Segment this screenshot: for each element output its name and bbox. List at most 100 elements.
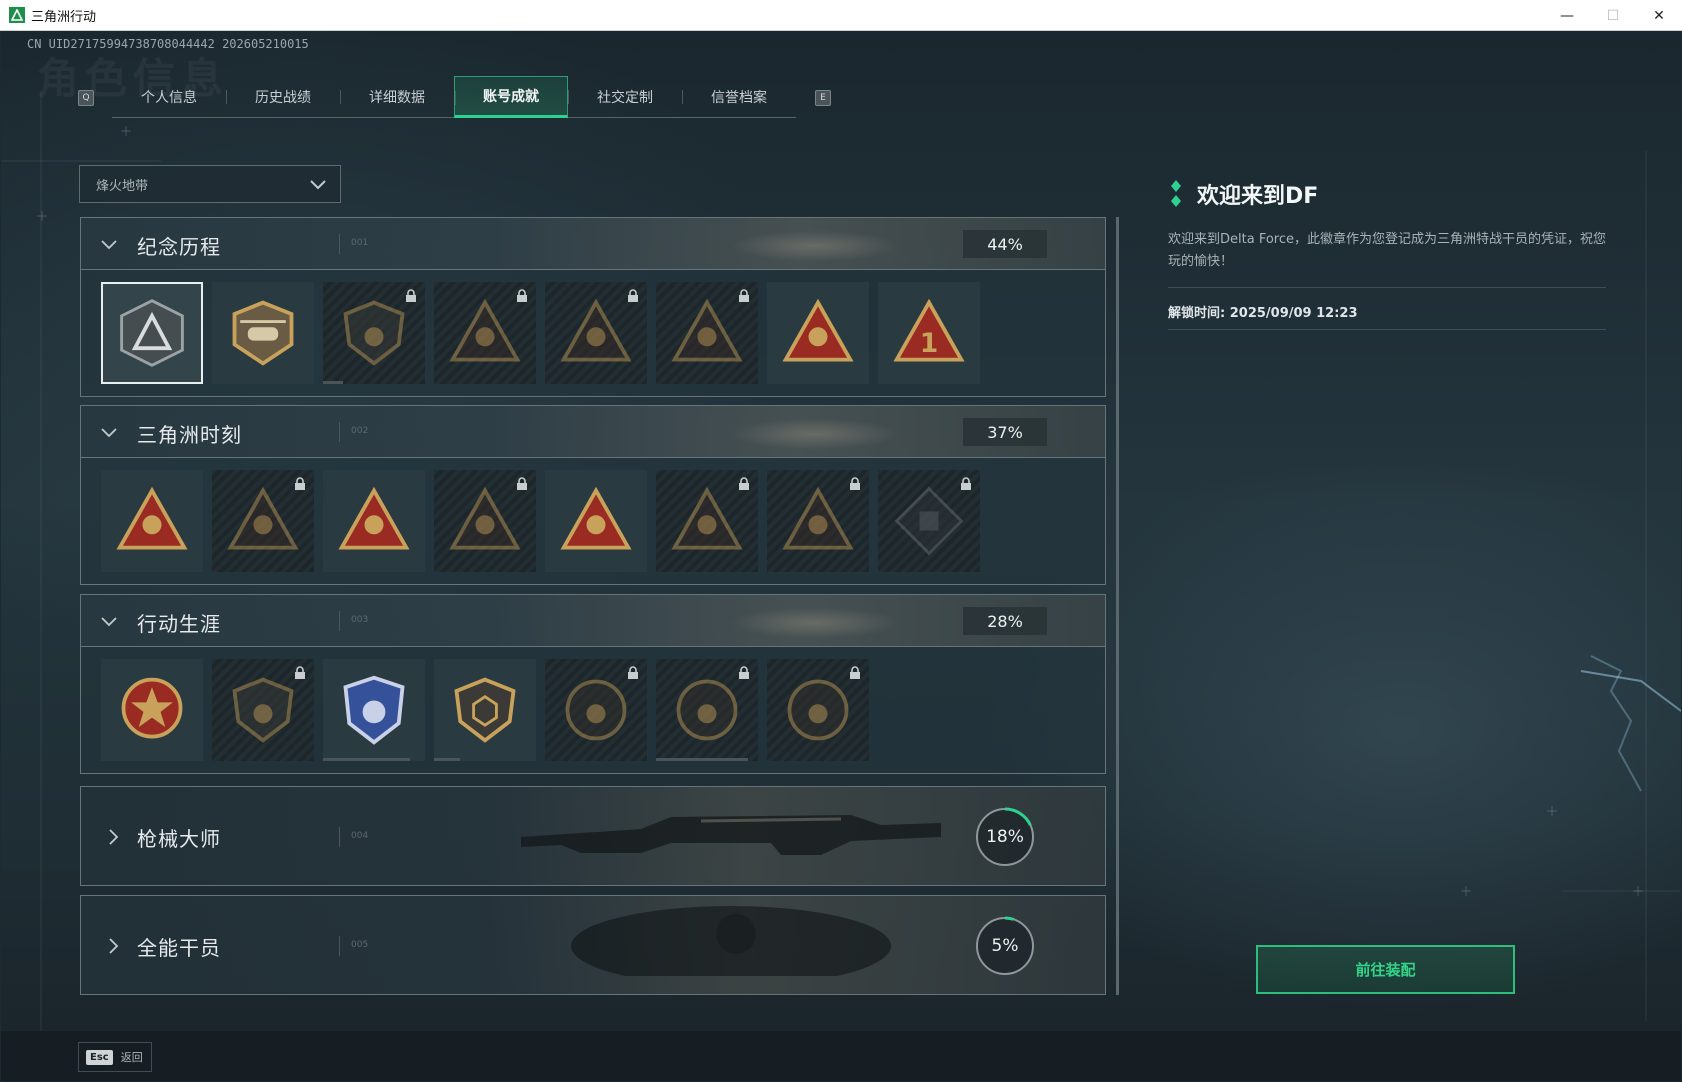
minimize-button[interactable]: — [1544, 0, 1590, 31]
achievement-badge[interactable] [545, 282, 647, 384]
tab-detailed-data[interactable]: 详细数据 [340, 76, 454, 118]
svg-text:1: 1 [920, 328, 939, 359]
lock-icon [294, 665, 306, 684]
achievement-badge[interactable] [212, 470, 314, 572]
category-code: 001 [351, 238, 369, 248]
achievement-badge[interactable] [434, 470, 536, 572]
close-button[interactable]: ✕ [1636, 0, 1682, 31]
chevron-down-icon [310, 180, 326, 190]
skull-crosshair-icon [676, 679, 738, 741]
category-title: 纪念历程 [137, 235, 221, 259]
mode-dropdown[interactable]: 烽火地带 [79, 165, 341, 203]
go-equip-button[interactable]: 前往装配 [1256, 945, 1515, 994]
shield-emblem-icon [343, 300, 405, 366]
badge-progress-bar [656, 758, 748, 761]
diamond-marker-icon [1171, 180, 1181, 207]
chevron-down-icon [101, 428, 117, 438]
badge-progress-bar [323, 758, 410, 761]
category-title: 三角洲时刻 [137, 423, 242, 447]
achievement-badge[interactable] [767, 282, 869, 384]
lock-icon [627, 288, 639, 307]
game-screen: CN UID27175994738708044442 202605210015 … [1, 31, 1681, 1081]
divider [339, 422, 340, 442]
lock-icon [849, 665, 861, 684]
chevron-down-icon [101, 617, 117, 627]
achievement-badge[interactable] [434, 282, 536, 384]
achievement-badge[interactable] [656, 282, 758, 384]
team-figures-icon [560, 486, 632, 550]
cube-diamond-icon [894, 486, 964, 556]
tab-prev-key[interactable]: Q [78, 90, 94, 106]
category-percent: 5% [991, 936, 1019, 956]
achievement-badge[interactable]: 1 [878, 282, 980, 384]
esc-key: Esc [86, 1049, 113, 1065]
achievement-title-text: 欢迎来到DF [1197, 184, 1319, 209]
achievement-badge[interactable] [656, 470, 758, 572]
chevron-down-icon [101, 240, 117, 250]
tab-match-history[interactable]: 历史战绩 [226, 76, 340, 118]
scrollbar[interactable] [1116, 217, 1119, 995]
category-header[interactable]: 纪念历程 001 44% [81, 218, 1105, 270]
hex-badge-icon [454, 677, 516, 743]
achievement-badge[interactable] [101, 470, 203, 572]
lock-icon [849, 476, 861, 495]
achievement-badge[interactable] [323, 470, 425, 572]
divider [339, 827, 340, 847]
achievement-badge[interactable] [545, 470, 647, 572]
category-header[interactable]: 三角洲时刻 002 37% [81, 406, 1105, 458]
category-title: 全能干员 [137, 936, 221, 960]
tab-bar: 个人信息 历史战绩 详细数据 账号成就 社交定制 信誉档案 [112, 76, 796, 118]
category-panel-collapsed[interactable]: 枪械大师 004 18% [80, 786, 1106, 886]
achievement-badge[interactable] [212, 659, 314, 761]
operator-artwork [571, 906, 891, 976]
category-panel-collapsed[interactable]: 全能干员 005 5% [80, 895, 1106, 995]
tab-credit-record[interactable]: 信誉档案 [682, 76, 796, 118]
lock-icon [627, 665, 639, 684]
achievement-badge[interactable] [323, 659, 425, 761]
supply-drop-icon [116, 486, 188, 550]
achievement-badge[interactable] [101, 282, 203, 384]
badge-row [81, 458, 1105, 584]
blue-eagle-shield-icon [343, 675, 405, 745]
lock-icon [960, 476, 972, 495]
category-percent: 28% [963, 607, 1047, 635]
window-controls: — ☐ ✕ [1544, 0, 1682, 31]
crossed-swords-icon [671, 298, 743, 362]
header-artwork [685, 224, 945, 266]
achievement-badge[interactable] [545, 659, 647, 761]
wolf-emblem-icon [671, 486, 743, 550]
achievement-badge[interactable] [323, 282, 425, 384]
achievement-badge[interactable] [767, 659, 869, 761]
delta-triangle-icon [120, 299, 184, 367]
category-header[interactable]: 行动生涯 003 28% [81, 595, 1105, 647]
achievement-badge[interactable] [767, 470, 869, 572]
app-logo-icon [9, 7, 25, 23]
back-label: 返回 [120, 1051, 143, 1064]
achievement-badge[interactable] [656, 659, 758, 761]
category-percent: 37% [963, 418, 1047, 446]
divider [339, 611, 340, 631]
back-button[interactable]: Esc 返回 [78, 1042, 152, 1072]
badge-row [81, 647, 1105, 773]
achievement-badge[interactable] [212, 282, 314, 384]
divider [1168, 329, 1606, 330]
maximize-button[interactable]: ☐ [1590, 0, 1636, 31]
hooded-figure-icon [560, 298, 632, 362]
divider [339, 936, 340, 956]
achievement-badge[interactable] [434, 659, 536, 761]
crossed-hands-icon [782, 298, 854, 362]
tab-social-customize[interactable]: 社交定制 [568, 76, 682, 118]
category-title: 枪械大师 [137, 827, 221, 851]
category-panel: 三角洲时刻 002 37% [80, 405, 1106, 585]
chevron-shield-icon [232, 677, 294, 743]
achievement-badge[interactable] [878, 470, 980, 572]
chevron-right-icon [109, 829, 119, 845]
lock-icon [738, 288, 750, 307]
category-panel: 行动生涯 003 28% [80, 594, 1106, 774]
lock-icon [294, 476, 306, 495]
tab-account-achievements[interactable]: 账号成就 [454, 76, 568, 118]
tab-personal-info[interactable]: 个人信息 [112, 76, 226, 118]
achievement-badge[interactable] [101, 659, 203, 761]
tab-next-key[interactable]: E [815, 90, 831, 106]
window-titlebar: 三角洲行动 — ☐ ✕ [0, 0, 1682, 31]
